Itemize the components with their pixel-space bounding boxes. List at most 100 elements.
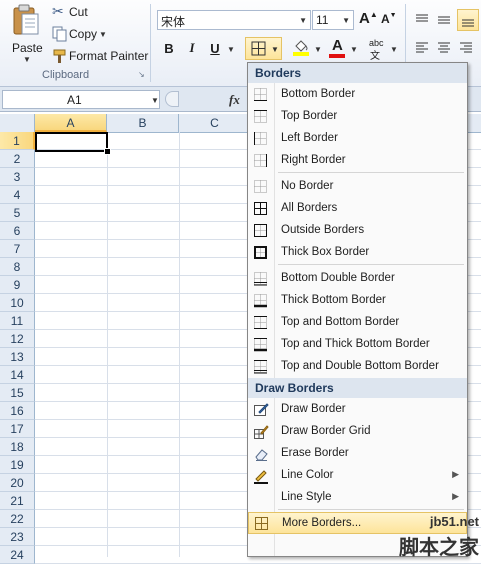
row-header[interactable]: 18 <box>0 438 35 456</box>
menu-item-top-thick-bottom-border[interactable]: Top and Thick Bottom Border <box>248 334 467 356</box>
font-color-swatch <box>329 54 345 58</box>
align-bottom-button[interactable] <box>457 9 479 31</box>
row-header[interactable]: 9 <box>0 276 35 294</box>
menu-header-draw-borders: Draw Borders <box>248 378 467 398</box>
select-all-corner[interactable] <box>0 114 35 132</box>
row-header[interactable]: 23 <box>0 528 35 546</box>
bold-button[interactable]: B <box>159 38 179 58</box>
copy-dropdown-icon[interactable]: ▼ <box>99 30 107 39</box>
pencil-icon <box>253 468 269 484</box>
font-size-dropdown-icon[interactable]: ▼ <box>342 16 350 25</box>
row-header[interactable]: 13 <box>0 348 35 366</box>
menu-item-draw-border[interactable]: Draw Border <box>248 399 467 421</box>
paste-dropdown-icon[interactable]: ▼ <box>23 55 31 64</box>
fx-icon[interactable]: fx <box>229 92 240 108</box>
font-color-dropdown-icon[interactable]: ▼ <box>350 45 358 54</box>
name-box[interactable]: A1 ▼ <box>2 90 160 109</box>
row-header[interactable]: 16 <box>0 402 35 420</box>
menu-item-eraser[interactable]: Erase Border <box>248 443 467 465</box>
shrink-font-button[interactable]: A▼ <box>381 12 397 26</box>
more-borders-icon <box>254 516 270 532</box>
menu-item-outside-borders[interactable]: Outside Borders <box>248 220 467 242</box>
align-center-icon[interactable] <box>436 40 452 56</box>
align-left-icon[interactable] <box>414 40 430 56</box>
copy-button[interactable]: Copy ▼ <box>50 25 120 43</box>
row-header[interactable]: 15 <box>0 384 35 402</box>
row-header[interactable]: 3 <box>0 168 35 186</box>
column-header-c[interactable]: C <box>179 114 251 132</box>
column-header-b[interactable]: B <box>107 114 179 132</box>
font-name-combo[interactable]: 宋体 ▼ <box>157 10 311 30</box>
borders-button[interactable]: ▼ <box>245 37 282 60</box>
italic-button[interactable]: I <box>182 38 202 58</box>
row-header[interactable]: 2 <box>0 150 35 168</box>
borders-dropdown-menu: Borders Bottom Border Top Border Left Bord… <box>247 62 468 557</box>
menu-item-left-border[interactable]: Left Border <box>248 128 467 150</box>
menu-item-bottom-border[interactable]: Bottom Border <box>248 84 467 106</box>
menu-item-bottom-double-border[interactable]: Bottom Double Border <box>248 268 467 290</box>
menu-item-label: More Borders... <box>282 517 362 529</box>
row-header[interactable]: 5 <box>0 204 35 222</box>
font-color-button[interactable]: A ▼ <box>328 37 364 60</box>
menu-item-thick-bottom-border[interactable]: Thick Bottom Border <box>248 290 467 312</box>
row-header[interactable]: 4 <box>0 186 35 204</box>
underline-dropdown-icon[interactable]: ▼ <box>227 45 235 54</box>
menu-separator <box>278 264 464 265</box>
menu-item-label: Bottom Border <box>281 88 356 100</box>
selected-cell-a1[interactable] <box>35 132 108 152</box>
watermark-line2: 脚本之家 <box>399 537 479 559</box>
menu-item-all-borders[interactable]: All Borders <box>248 198 467 220</box>
row-header[interactable]: 6 <box>0 222 35 240</box>
row-header[interactable]: 8 <box>0 258 35 276</box>
menu-item-right-border[interactable]: Right Border <box>248 150 467 172</box>
column-header-a[interactable]: A <box>35 114 107 132</box>
name-box-dropdown-icon[interactable]: ▼ <box>151 96 159 105</box>
phonetic-dropdown-icon[interactable]: ▼ <box>390 45 398 54</box>
menu-item-pencil[interactable]: Line Color ▶ <box>248 465 467 487</box>
menu-item-label: Line Color <box>281 469 334 481</box>
menu-item-line-style[interactable]: Line Style ▶ <box>248 487 467 509</box>
menu-item-top-double-bottom-border[interactable]: Top and Double Bottom Border <box>248 356 467 378</box>
align-right-icon[interactable] <box>458 40 474 56</box>
menu-item-thick-box-border[interactable]: Thick Box Border <box>248 242 467 264</box>
row-header[interactable]: 17 <box>0 420 35 438</box>
column-gridline <box>179 132 180 557</box>
format-painter-button[interactable]: Format Painter <box>50 47 150 65</box>
outside-borders-icon <box>253 223 269 239</box>
formula-divider-handle[interactable] <box>165 91 179 107</box>
row-header[interactable]: 12 <box>0 330 35 348</box>
row-header[interactable]: 1 <box>0 132 35 150</box>
right-border-icon <box>253 153 269 169</box>
paste-button[interactable]: Paste ▼ <box>6 4 44 64</box>
row-header[interactable]: 7 <box>0 240 35 258</box>
row-header[interactable]: 24 <box>0 546 35 564</box>
dialog-launcher-icon[interactable]: ↘ <box>138 70 145 79</box>
align-middle-icon[interactable] <box>436 12 452 28</box>
borders-dropdown-icon[interactable]: ▼ <box>271 45 279 54</box>
menu-item-top-border[interactable]: Top Border <box>248 106 467 128</box>
row-header[interactable]: 22 <box>0 510 35 528</box>
menu-item-label: Left Border <box>281 132 338 144</box>
cut-button[interactable]: ✂ Cut <box>50 3 110 21</box>
grow-font-button[interactable]: A▲ <box>359 10 378 27</box>
font-name-dropdown-icon[interactable]: ▼ <box>299 16 307 25</box>
fill-color-button[interactable]: ▼ <box>292 38 328 60</box>
menu-item-top-bottom-border[interactable]: Top and Bottom Border <box>248 312 467 334</box>
row-header[interactable]: 21 <box>0 492 35 510</box>
menu-item-no-border[interactable]: No Border <box>248 176 467 198</box>
row-header[interactable]: 14 <box>0 366 35 384</box>
row-header[interactable]: 20 <box>0 474 35 492</box>
phonetic-button[interactable]: abc 文 ▼ <box>368 38 400 62</box>
row-header[interactable]: 19 <box>0 456 35 474</box>
row-header[interactable]: 10 <box>0 294 35 312</box>
underline-button[interactable]: U <box>205 38 225 58</box>
align-bottom-icon <box>462 19 474 27</box>
fill-color-dropdown-icon[interactable]: ▼ <box>314 45 322 54</box>
top-thick-bottom-border-icon <box>253 337 269 353</box>
row-header[interactable]: 11 <box>0 312 35 330</box>
menu-item-label: Thick Bottom Border <box>281 294 386 306</box>
font-size-combo[interactable]: 11 ▼ <box>312 10 354 30</box>
fill-handle[interactable] <box>104 148 111 155</box>
align-top-icon[interactable] <box>414 12 430 28</box>
menu-item-draw-border-grid[interactable]: Draw Border Grid <box>248 421 467 443</box>
